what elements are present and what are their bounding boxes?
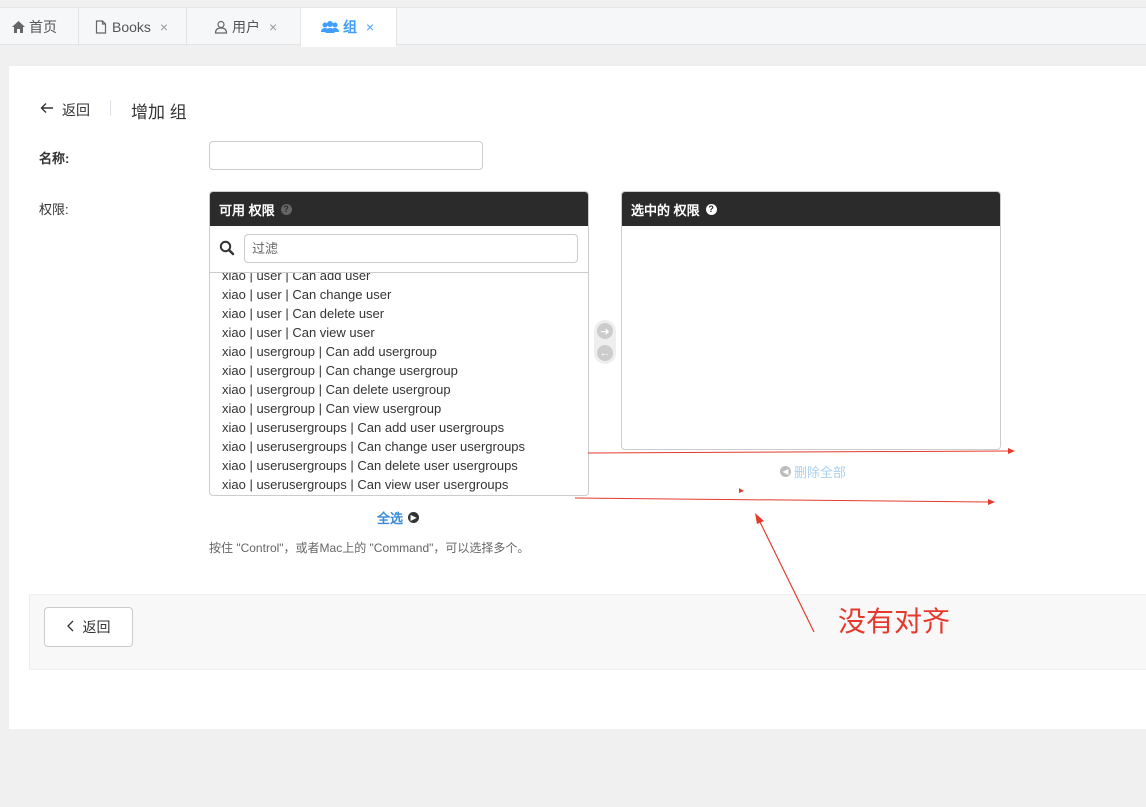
tab-books[interactable]: Books × — [79, 8, 187, 46]
form-footer — [29, 594, 1146, 670]
list-item[interactable]: xiao | userusergroups | Can add user use… — [222, 420, 504, 435]
user-icon — [213, 19, 229, 35]
tab-label: 组 — [343, 19, 357, 35]
name-label: 名称: — [39, 151, 70, 166]
available-permissions-list[interactable]: xiao | user | Can add user xiao | user |… — [210, 273, 588, 495]
name-input[interactable] — [209, 141, 483, 170]
choose-all-link[interactable]: 全选 ▶ — [377, 508, 420, 527]
tab-label: Books — [112, 19, 151, 35]
filter-row: 过滤 — [210, 226, 588, 273]
search-icon — [219, 240, 235, 256]
back-link-label: 返回 — [62, 102, 90, 118]
back-button-label: 返回 — [82, 619, 111, 635]
choose-all-label: 全选 — [377, 511, 404, 526]
tab-home[interactable]: 首页 — [0, 8, 79, 46]
users-icon — [320, 19, 340, 35]
tab-groups[interactable]: 组 × — [301, 8, 397, 47]
help-icon[interactable]: ? — [280, 203, 292, 215]
chosen-permissions-header: 选中的 权限 ? — [622, 192, 1000, 226]
arrow-left-circle-icon: ◀ — [780, 466, 791, 477]
chosen-permissions-list[interactable] — [622, 226, 1000, 449]
help-icon[interactable]: ? — [705, 203, 717, 215]
back-button[interactable]: 返回 — [44, 607, 133, 647]
tab-bar: 首页 Books × 用户 × 组 × — [0, 7, 1146, 47]
chosen-permissions-box: 选中的 权限 ? — [621, 191, 1001, 450]
back-link[interactable]: 返回 — [40, 100, 90, 120]
list-item[interactable]: xiao | usergroup | Can view usergroup — [222, 401, 441, 416]
selector-arrows: ➔ ← — [594, 320, 616, 364]
chevron-left-icon — [66, 620, 74, 635]
header-divider — [110, 100, 111, 116]
chosen-permissions-title: 选中的 权限 — [631, 202, 700, 218]
remove-all-link[interactable]: ◀ 删除全部 — [780, 462, 846, 481]
help-text: 按住 "Control"，或者Mac上的 "Command"，可以选择多个。 — [209, 541, 530, 555]
available-permissions-box: 可用 权限 ? 过滤 xiao | user | Can add user xi… — [209, 191, 589, 496]
file-icon — [93, 19, 109, 35]
list-item[interactable]: xiao | user | Can add user — [222, 273, 370, 283]
arrow-right-circle-icon[interactable]: ➔ — [597, 323, 613, 339]
arrow-left-icon — [40, 101, 54, 119]
close-icon[interactable]: × — [269, 19, 277, 35]
annotation-text: 没有对齐 — [838, 606, 951, 637]
available-permissions-title: 可用 权限 — [219, 202, 275, 218]
list-item[interactable]: xiao | usergroup | Can delete usergroup — [222, 382, 451, 397]
page-title: 增加 组 — [131, 103, 187, 122]
tab-label: 首页 — [29, 19, 57, 35]
list-item[interactable]: xiao | userusergroups | Can view user us… — [222, 477, 508, 492]
remove-all-label: 删除全部 — [794, 465, 847, 480]
list-item[interactable]: xiao | userusergroups | Can change user … — [222, 439, 525, 454]
list-item[interactable]: xiao | user | Can change user — [222, 287, 391, 302]
filter-input[interactable]: 过滤 — [244, 234, 578, 263]
available-permissions-header: 可用 权限 ? — [210, 192, 588, 226]
close-icon[interactable]: × — [160, 19, 168, 35]
list-item[interactable]: xiao | usergroup | Can add usergroup — [222, 344, 437, 359]
home-icon — [10, 19, 26, 35]
list-item[interactable]: xiao | user | Can delete user — [222, 306, 384, 321]
arrow-right-circle-icon: ▶ — [408, 512, 420, 523]
list-item[interactable]: xiao | userusergroups | Can delete user … — [222, 458, 518, 473]
close-icon[interactable]: × — [366, 19, 374, 35]
arrow-left-circle-icon[interactable]: ← — [597, 345, 613, 361]
list-item[interactable]: xiao | usergroup | Can change usergroup — [222, 363, 458, 378]
tab-users[interactable]: 用户 × — [187, 8, 301, 46]
permissions-label: 权限: — [39, 202, 69, 217]
tab-label: 用户 — [232, 19, 260, 35]
list-item[interactable]: xiao | user | Can view user — [222, 325, 375, 340]
